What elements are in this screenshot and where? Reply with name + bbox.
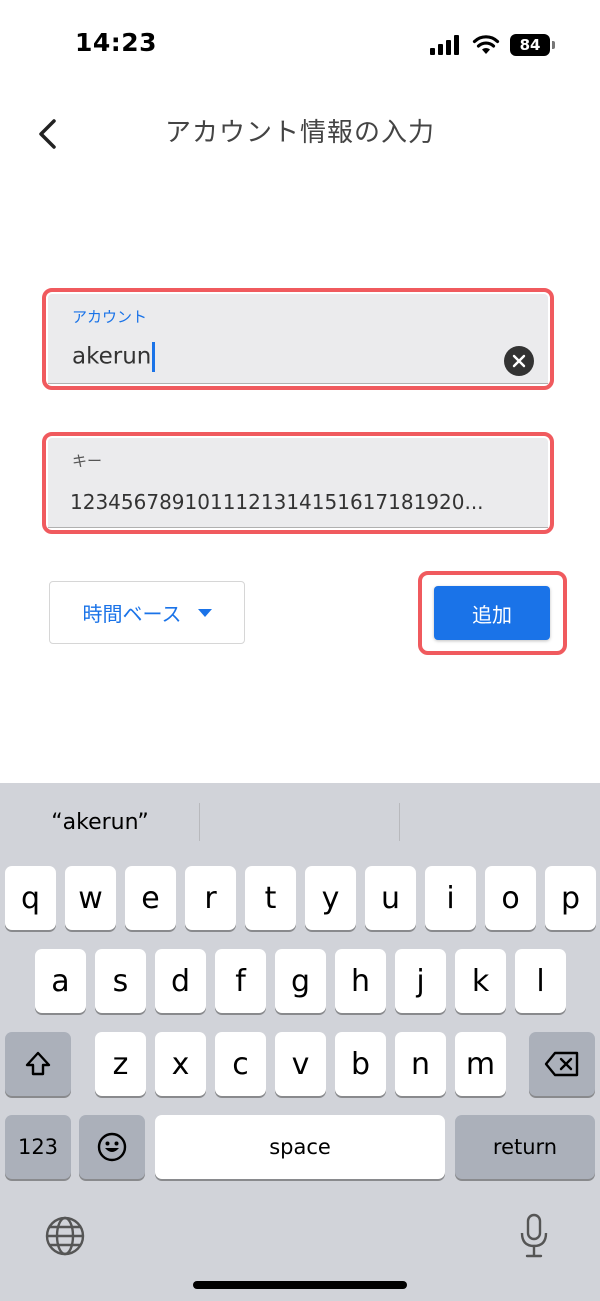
home-indicator — [193, 1281, 407, 1289]
key-field[interactable]: キー 1234567891011121314151617181920... — [48, 438, 548, 528]
otp-type-label: 時間ベース — [82, 602, 182, 626]
globe-button[interactable] — [42, 1213, 88, 1259]
delete-key[interactable] — [529, 1032, 595, 1096]
key-c[interactable]: c — [215, 1032, 266, 1096]
numbers-key[interactable]: 123 — [5, 1115, 71, 1179]
triangle-down-icon — [197, 608, 212, 617]
account-field-label: アカウント — [72, 308, 148, 326]
shift-icon — [25, 1051, 51, 1076]
status-time: 14:23 — [75, 28, 158, 57]
key-p[interactable]: p — [545, 866, 596, 930]
key-s[interactable]: s — [95, 949, 146, 1013]
key-i[interactable]: i — [425, 866, 476, 930]
key-d[interactable]: d — [155, 949, 206, 1013]
key-n[interactable]: n — [395, 1032, 446, 1096]
return-key[interactable]: return — [455, 1115, 595, 1179]
key-u[interactable]: u — [365, 866, 416, 930]
otp-type-select[interactable]: 時間ベース — [49, 581, 245, 644]
shift-key[interactable] — [5, 1032, 71, 1096]
key-t[interactable]: t — [245, 866, 296, 930]
wifi-icon — [472, 35, 500, 54]
key-y[interactable]: y — [305, 866, 356, 930]
key-m[interactable]: m — [455, 1032, 506, 1096]
clear-button[interactable] — [504, 346, 534, 376]
suggestion-item[interactable]: “akerun” — [0, 783, 200, 861]
key-input[interactable]: 1234567891011121314151617181920... — [70, 490, 484, 514]
text-caret — [152, 342, 156, 372]
page-title: アカウント情報の入力 — [164, 118, 435, 148]
account-input-value: akerun — [72, 343, 152, 370]
key-g[interactable]: g — [275, 949, 326, 1013]
key-v[interactable]: v — [275, 1032, 326, 1096]
backspace-icon — [544, 1051, 579, 1077]
close-icon — [512, 354, 526, 368]
suggestion-item-empty[interactable] — [400, 783, 600, 861]
account-field[interactable]: アカウント akerun — [48, 294, 548, 384]
key-h[interactable]: h — [335, 949, 386, 1013]
add-button[interactable]: 追加 — [434, 586, 550, 640]
key-field-label: キー — [72, 452, 103, 470]
status-icons: 84 — [430, 32, 555, 58]
space-key[interactable]: space — [155, 1115, 445, 1179]
emoji-icon — [97, 1132, 127, 1162]
key-o[interactable]: o — [485, 866, 536, 930]
key-j[interactable]: j — [395, 949, 446, 1013]
account-input[interactable]: akerun — [72, 342, 156, 372]
globe-icon — [45, 1216, 85, 1256]
key-z[interactable]: z — [95, 1032, 146, 1096]
keyboard: “akerun” q w e r t y u i o p a s d f g h… — [0, 783, 600, 1301]
key-l[interactable]: l — [515, 949, 566, 1013]
key-w[interactable]: w — [65, 866, 116, 930]
microphone-icon — [520, 1213, 548, 1258]
key-e[interactable]: e — [125, 866, 176, 930]
key-q[interactable]: q — [5, 866, 56, 930]
suggestion-bar: “akerun” — [0, 783, 600, 861]
microphone-button[interactable] — [514, 1211, 554, 1261]
battery-icon: 84 — [510, 34, 555, 56]
battery-level: 84 — [519, 36, 541, 54]
key-f[interactable]: f — [215, 949, 266, 1013]
key-r[interactable]: r — [185, 866, 236, 930]
emoji-key[interactable] — [79, 1115, 145, 1179]
key-k[interactable]: k — [455, 949, 506, 1013]
key-x[interactable]: x — [155, 1032, 206, 1096]
key-b[interactable]: b — [335, 1032, 386, 1096]
suggestion-item-empty[interactable] — [200, 783, 400, 861]
status-bar: 14:23 84 — [0, 0, 600, 90]
signal-icon — [430, 35, 459, 55]
key-a[interactable]: a — [35, 949, 86, 1013]
